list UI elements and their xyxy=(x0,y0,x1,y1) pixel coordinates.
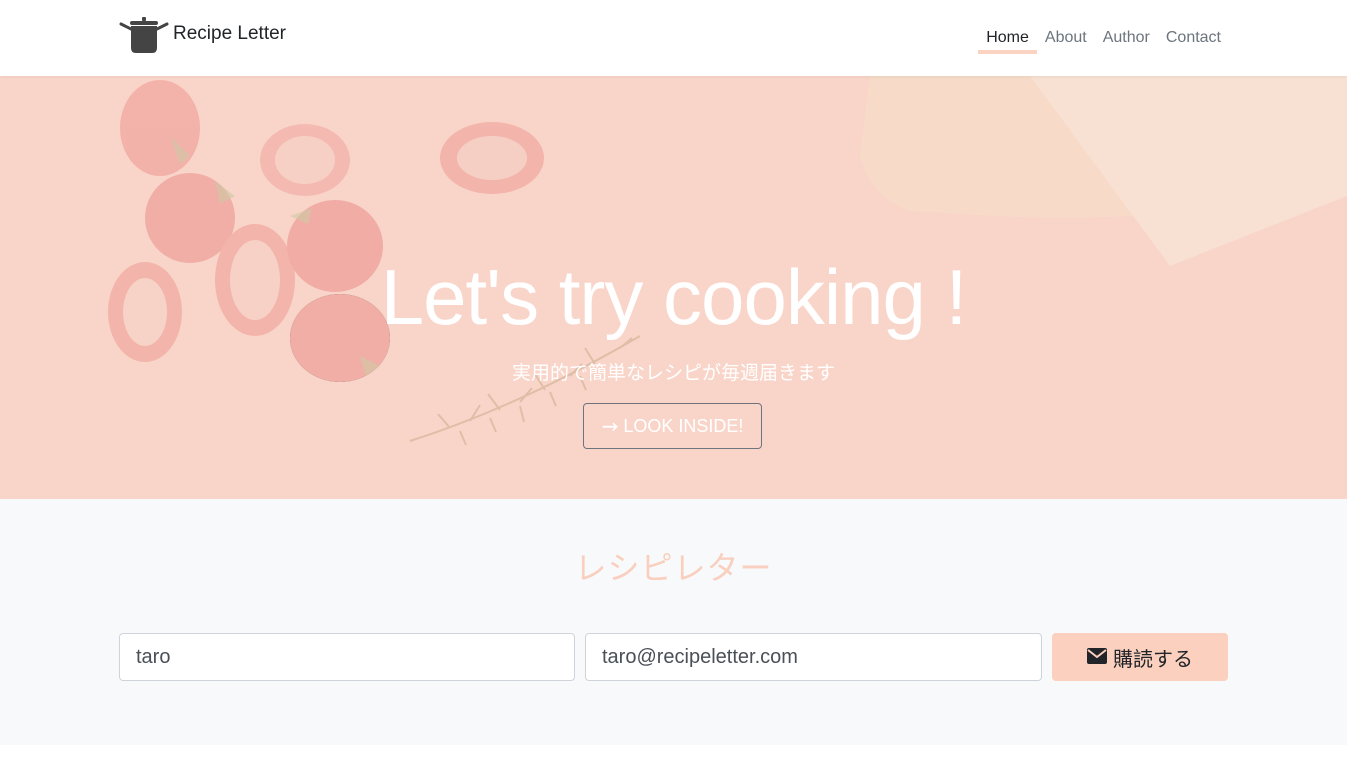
email-input-value: taro@recipeletter.com xyxy=(602,645,798,668)
name-input-value: taro xyxy=(136,645,171,668)
envelope-icon xyxy=(1087,645,1113,669)
nav-item-about[interactable]: About xyxy=(1037,0,1095,76)
nav-item-author[interactable]: Author xyxy=(1095,0,1158,76)
email-input[interactable]: taro@recipeletter.com xyxy=(585,633,1042,681)
look-inside-label: LOOK INSIDE! xyxy=(623,415,744,436)
subscribe-button[interactable]: 購読する xyxy=(1052,633,1228,681)
nav-item-label: Contact xyxy=(1165,29,1221,46)
cooking-pot-icon xyxy=(119,17,169,55)
active-indicator xyxy=(978,50,1037,54)
navbar: Recipe Letter Home About Author Contact xyxy=(0,0,1347,76)
hero-title: Let's try cooking ! xyxy=(380,253,968,341)
page-bottom xyxy=(0,745,1347,776)
brand-name: Recipe Letter xyxy=(173,23,287,44)
newsletter-title: レシピレター xyxy=(574,549,773,587)
subscribe-label: 購読する xyxy=(1113,646,1193,671)
nav-item-label: Home xyxy=(986,29,1029,46)
newsletter-section: レシピレター taro taro@recipeletter.com 購読する xyxy=(0,499,1347,745)
nav-item-label: About xyxy=(1044,29,1087,46)
nav-item-contact[interactable]: Contact xyxy=(1158,0,1229,76)
arrow-right-icon: → xyxy=(601,414,619,438)
hero-section: Let's try cooking ! 実用的で簡単なレシピが毎週届きます → … xyxy=(0,76,1347,499)
hero-subtitle: 実用的で簡単なレシピが毎週届きます xyxy=(511,362,835,384)
brand-link[interactable]: Recipe Letter xyxy=(119,17,286,55)
nav-item-label: Author xyxy=(1102,29,1150,46)
name-input[interactable]: taro xyxy=(119,633,575,681)
nav-item-home[interactable]: Home xyxy=(978,0,1037,76)
main-nav: Home About Author Contact xyxy=(978,0,1229,76)
look-inside-button[interactable]: → LOOK INSIDE! xyxy=(583,403,762,449)
